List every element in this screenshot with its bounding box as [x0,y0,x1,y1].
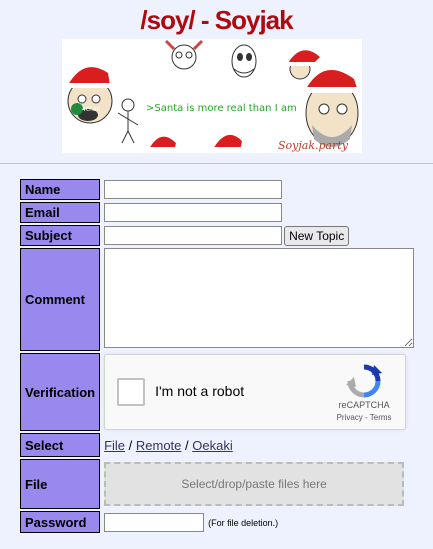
form-row-email: Email [20,202,414,223]
verification-label: Verification [20,353,101,431]
form-row-comment: Comment [20,248,415,351]
name-label: Name [20,179,101,200]
recaptcha-privacy-link[interactable]: Privacy [337,413,363,422]
password-note: (For file deletion.) [208,518,279,528]
select-label: Select [20,433,101,457]
soyjak-santa-right-icon [305,70,359,147]
banner-site-text: Soyjak.party [278,139,349,152]
new-topic-button[interactable]: New Topic [284,225,350,246]
comment-textarea[interactable] [104,248,415,348]
file-label: File [20,459,101,509]
select-separator: / [181,437,193,453]
email-label: Email [20,202,101,223]
subject-label: Subject [20,225,101,246]
password-label: Password [20,511,101,533]
board-banner[interactable]: 4chan >Santa is more real than I am Soyj… [62,39,362,153]
recaptcha-terms-link[interactable]: Terms [370,413,392,422]
subject-input[interactable] [104,226,283,245]
banner-image: 4chan >Santa is more real than I am Soyj… [62,39,362,153]
recaptcha-links: Privacy - Terms [329,413,399,422]
board-title: /soy/ - Soyjak [140,5,293,36]
form-row-subject: Subject New Topic [20,225,414,246]
password-input[interactable] [104,512,205,532]
email-input[interactable] [104,203,283,222]
header-divider [0,163,433,164]
comment-label: Comment [20,248,101,351]
soyjak-crying-icon [231,44,257,78]
post-form: Name Email Subject New Topic Comment Ver… [18,177,416,535]
banner-greentext: >Santa is more real than I am [146,103,297,114]
form-row-password: Password (For file deletion.) [20,511,414,533]
recaptcha-logo-icon [346,364,383,398]
select-separator: / [125,437,136,453]
file-dropzone[interactable]: Select/drop/paste files here [104,462,405,506]
recaptcha-widget: I'm not a robot reCAPTCHA Privacy - Term… [104,354,407,430]
banner-badge: 4chan [82,106,101,113]
form-row-verification: Verification I'm not a robot reCAPTCHA P… [20,353,414,431]
recaptcha-separator: - [362,413,370,422]
select-file-link[interactable]: File [104,438,125,453]
recaptcha-checkbox[interactable] [117,378,146,406]
form-row-select: Select File / Remote / Oekaki [20,433,414,457]
form-row-name: Name [20,179,414,200]
name-input[interactable] [104,180,283,199]
select-oekaki-link[interactable]: Oekaki [192,438,232,453]
recaptcha-brand: reCAPTCHA [338,400,390,410]
recaptcha-label: I'm not a robot [155,383,245,399]
select-remote-link[interactable]: Remote [136,438,182,453]
form-row-file: File Select/drop/paste files here [20,459,414,509]
